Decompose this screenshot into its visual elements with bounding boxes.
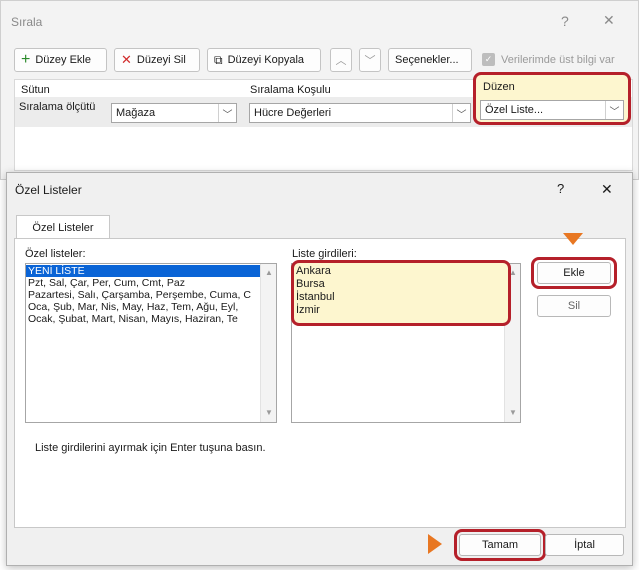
list-item[interactable]: YENİ LİSTE [26, 265, 260, 277]
order-select[interactable]: Özel Liste... ﹀ [480, 100, 624, 120]
headers-checkbox[interactable]: ✓ [482, 53, 495, 66]
pointer-arrow-icon [428, 534, 442, 554]
vertical-scrollbar[interactable]: ▲ ▼ [260, 264, 276, 422]
column-header: Sütun [21, 84, 50, 96]
sort-on-select[interactable]: Hücre Değerleri ﹀ [249, 103, 471, 123]
list-entry: İzmir [296, 304, 320, 316]
options-button[interactable]: Seçenekler... [388, 48, 472, 72]
list-item[interactable]: Oca, Şub, Mar, Nis, May, Haz, Tem, Ağu, … [26, 301, 260, 313]
order-select-value: Özel Liste... [485, 104, 544, 116]
move-down-button[interactable]: ﹀ [359, 48, 381, 72]
entries-highlight: Ankara Bursa İstanbul İzmir [291, 260, 511, 326]
cancel-button[interactable]: İptal [545, 534, 624, 556]
plus-icon: + [21, 51, 31, 68]
help-button[interactable]: ? [557, 181, 564, 196]
scroll-up-icon[interactable]: ▲ [261, 266, 277, 280]
options-label: Seçenekler... [395, 54, 459, 66]
add-level-label: Düzey Ekle [35, 54, 91, 66]
chevron-down-icon: ﹀ [364, 55, 376, 67]
headers-checkbox-label: Verilerimde üst bilgi var [501, 54, 615, 66]
list-item[interactable]: Pazartesi, Salı, Çarşamba, Perşembe, Cum… [26, 289, 260, 301]
custom-lists-title: Özel Listeler [15, 183, 82, 197]
column-select-value: Mağaza [116, 107, 156, 119]
delete-level-label: Düzeyi Sil [136, 54, 186, 66]
list-entry: İstanbul [296, 291, 335, 303]
ok-button[interactable]: Tamam [459, 534, 541, 556]
sort-dialog-title: Sırala [11, 15, 43, 29]
custom-lists-label: Özel listeler: [25, 248, 86, 260]
column-select[interactable]: Mağaza ﹀ [111, 103, 237, 123]
copy-level-label: Düzeyi Kopyala [227, 54, 305, 66]
x-icon: ✕ [121, 52, 132, 67]
scroll-down-icon[interactable]: ▼ [261, 406, 277, 420]
chevron-down-icon: ﹀ [452, 104, 470, 122]
custom-lists-dialog: Özel Listeler ? ✕ Özel Listeler Özel lis… [6, 172, 633, 566]
copy-icon: ⧉ [214, 52, 223, 67]
sort-on-select-value: Hücre Değerleri [254, 107, 332, 119]
delete-level-button[interactable]: ✕ Düzeyi Sil [114, 48, 200, 72]
sort-dialog: Sırala ? ✕ + Düzey Ekle ✕ Düzeyi Sil ⧉ D… [0, 0, 639, 180]
add-level-button[interactable]: + Düzey Ekle [14, 48, 107, 72]
help-button[interactable]: ? [561, 13, 569, 29]
close-button[interactable]: ✕ [603, 12, 615, 29]
list-item[interactable]: Pzt, Sal, Çar, Per, Cum, Cmt, Paz [26, 277, 260, 289]
close-button[interactable]: ✕ [601, 181, 613, 198]
chevron-up-icon: ︿ [335, 55, 347, 67]
list-entry: Bursa [296, 278, 325, 290]
list-entries-label: Liste girdileri: [292, 248, 357, 260]
delete-button[interactable]: Sil [537, 295, 611, 317]
order-header: Düzen [483, 81, 515, 93]
chevron-down-icon: ﹀ [605, 101, 623, 119]
list-item[interactable]: Ocak, Şubat, Mart, Nisan, Mayıs, Haziran… [26, 313, 260, 325]
tab-custom-lists[interactable]: Özel Listeler [16, 215, 110, 239]
pointer-arrow-icon [563, 233, 583, 245]
order-highlight: Düzen Özel Liste... ﹀ [473, 72, 631, 125]
custom-lists-panel: Özel listeler: YENİ LİSTE Pzt, Sal, Çar,… [14, 238, 626, 528]
list-entry: Ankara [296, 265, 331, 277]
custom-lists-listbox[interactable]: YENİ LİSTE Pzt, Sal, Çar, Per, Cum, Cmt,… [25, 263, 277, 423]
chevron-down-icon: ﹀ [218, 104, 236, 122]
add-button[interactable]: Ekle [537, 262, 611, 284]
enter-hint: Liste girdilerini ayırmak için Enter tuş… [35, 442, 266, 454]
move-up-button[interactable]: ︿ [330, 48, 352, 72]
sort-by-label: Sıralama ölçütü [19, 101, 96, 113]
sort-on-header: Sıralama Koşulu [250, 84, 331, 96]
scroll-down-icon[interactable]: ▼ [505, 406, 521, 420]
copy-level-button[interactable]: ⧉ Düzeyi Kopyala [207, 48, 321, 72]
